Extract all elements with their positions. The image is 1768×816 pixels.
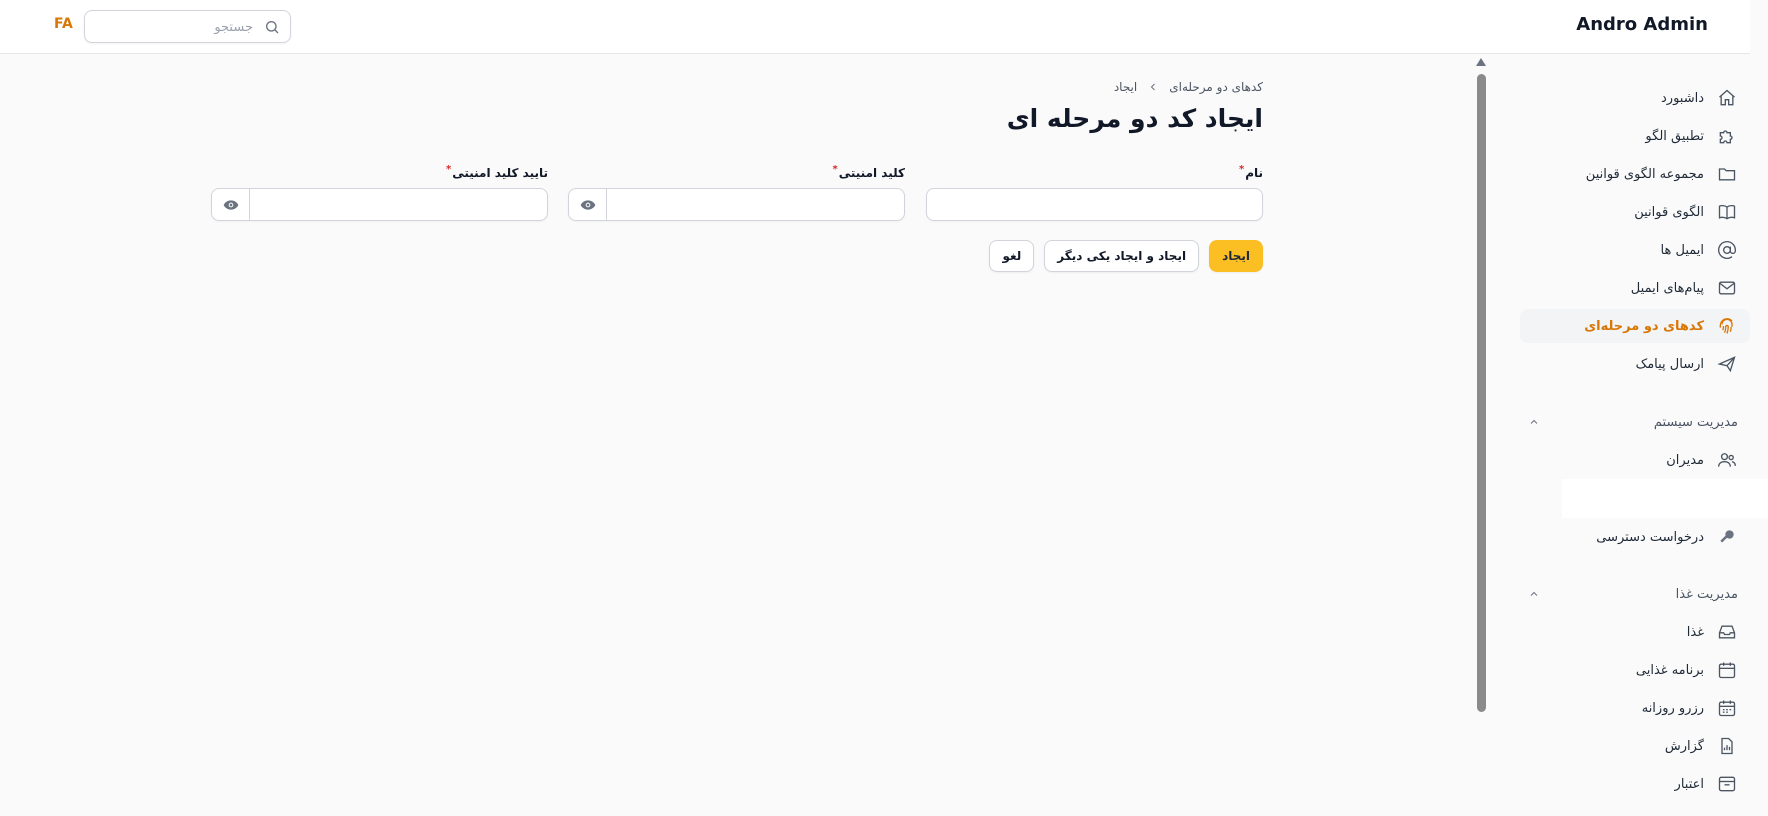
name-label-text: نام [1245,166,1263,180]
cancel-button[interactable]: لغو [989,240,1035,272]
secret-label-text: کلید امنیتی [838,166,905,180]
sidebar-item-label: ارسال پیامک [1635,356,1704,372]
required-mark: * [445,164,452,175]
envelope-icon [1716,277,1738,299]
toggle-secret-visibility-button[interactable] [569,189,607,220]
eye-icon [580,199,595,210]
chevron-up-icon [1530,591,1538,596]
chevron-up-icon [1530,419,1538,424]
sidebar-item-label: مجموعه الگوی قوانین [1585,166,1704,182]
sidebar-item-meal-plan[interactable]: برنامه غذایی [1520,653,1750,687]
sidebar-item-daily-reservation[interactable]: رزرو روزانه [1520,691,1750,725]
main-content: کدهای دو مرحله‌ای ایجاد ایجاد کد دو مرحل… [200,54,1270,814]
sidebar-item-label: درخواست دسترسی [1596,529,1704,545]
sidebar-item-label: پیام‌های ایمیل [1630,280,1704,296]
sidebar-item-pattern-match[interactable]: تطبیق الگو [1520,119,1750,153]
sidebar-item-label: غذا [1686,624,1704,640]
toggle-confirm-visibility-button[interactable] [212,189,250,220]
confirm-input-wrapper [211,188,548,221]
search-icon [266,21,279,34]
book-open-icon [1716,201,1738,223]
confirm-input[interactable] [250,189,547,220]
sidebar-item-access-request[interactable]: درخواست دسترسی [1520,520,1750,554]
archive-icon [1716,773,1738,795]
confirm-label-text: تایید کلید امنیتی [452,166,548,180]
sidebar-item-email-messages[interactable]: پیام‌های ایمیل [1520,271,1750,305]
home-icon [1716,87,1738,109]
secret-input-wrapper [568,188,905,221]
form-actions: ایجاد ایجاد و ایجاد یکی دیگر لغو [989,240,1263,272]
puzzle-icon [1716,125,1738,147]
group-food-management[interactable]: مدیریت غذا [1520,582,1738,606]
sidebar-item-admins[interactable]: مدیران [1520,443,1750,477]
language-switcher[interactable]: FA [54,16,73,32]
breadcrumb-current: ایجاد [1113,80,1138,94]
required-mark: * [832,164,838,175]
secret-label: کلید امنیتی* [568,164,906,182]
brand-logo[interactable]: Andro Admin [1576,14,1708,35]
name-field-group: نام* [926,164,1263,221]
sidebar-item-emails[interactable]: ایمیل ها [1520,233,1750,267]
sidebar-item-label: اعتبار [1674,776,1704,792]
sidebar-item-two-factor-codes[interactable]: کدهای دو مرحله‌ای [1520,309,1750,343]
page-title: ایجاد کد دو مرحله ای [1006,104,1263,133]
paper-plane-icon [1716,353,1738,375]
secret-field-group: کلید امنیتی* [568,164,905,221]
sidebar-item-rule-pattern[interactable]: الگوی قوانین [1520,195,1750,229]
chevron-left-icon [1151,83,1156,91]
sidebar-item-label: برنامه غذایی [1635,662,1704,678]
users-icon [1716,449,1738,471]
sidebar-blank-area [1562,479,1768,518]
sidebar-scrollbar[interactable] [1476,58,1487,816]
create-another-button[interactable]: ایجاد و ایجاد یکی دیگر [1044,240,1200,272]
sidebar-item-label: رزرو روزانه [1641,700,1704,716]
inbox-icon [1716,621,1738,643]
sidebar-item-send-sms[interactable]: ارسال پیامک [1520,347,1750,381]
report-icon [1716,735,1738,757]
scroll-thumb[interactable] [1477,74,1486,712]
sidebar-item-food[interactable]: غذا [1520,615,1750,649]
secret-input[interactable] [607,189,904,220]
key-icon [1716,526,1738,548]
required-mark: * [1238,164,1245,175]
sidebar-item-label: داشبورد [1661,90,1704,106]
breadcrumb-parent[interactable]: کدهای دو مرحله‌ای [1169,80,1263,94]
search-input[interactable] [95,16,255,38]
search-box[interactable] [84,10,291,43]
create-button[interactable]: ایجاد [1209,240,1263,272]
confirm-field-group: تایید کلید امنیتی* [211,164,548,221]
group-title-label: مدیریت غذا [1675,586,1738,602]
top-bar: Andro Admin FA [0,0,1750,54]
sidebar-item-label: ایمیل ها [1660,242,1704,258]
calendar-days-icon [1716,697,1738,719]
sidebar-item-label: کدهای دو مرحله‌ای [1584,318,1704,334]
sidebar-item-label: مدیران [1666,452,1704,468]
name-label: نام* [926,164,1263,182]
sidebar-item-label: گزارش [1664,738,1704,754]
sidebar: داشبورد تطبیق الگو مجموعه الگوی قوانین ا… [1506,54,1768,816]
eye-icon [223,199,238,210]
sidebar-item-label: الگوی قوانین [1634,204,1704,220]
calendar-icon [1716,659,1738,681]
sidebar-item-report[interactable]: گزارش [1520,729,1750,763]
group-system-management[interactable]: مدیریت سیستم [1520,410,1738,434]
folder-icon [1716,163,1738,185]
name-input[interactable] [926,188,1263,221]
sidebar-item-label: تطبیق الگو [1645,128,1704,144]
sidebar-item-credit[interactable]: اعتبار [1520,767,1750,801]
fingerprint-icon [1716,315,1738,337]
at-sign-icon [1716,239,1738,261]
breadcrumb: کدهای دو مرحله‌ای ایجاد [1114,80,1263,94]
confirm-label: تایید کلید امنیتی* [211,164,548,182]
scroll-up-arrow[interactable] [1476,58,1486,66]
sidebar-item-rule-pattern-set[interactable]: مجموعه الگوی قوانین [1520,157,1750,191]
sidebar-item-dashboard[interactable]: داشبورد [1520,81,1750,115]
group-title-label: مدیریت سیستم [1653,414,1738,430]
